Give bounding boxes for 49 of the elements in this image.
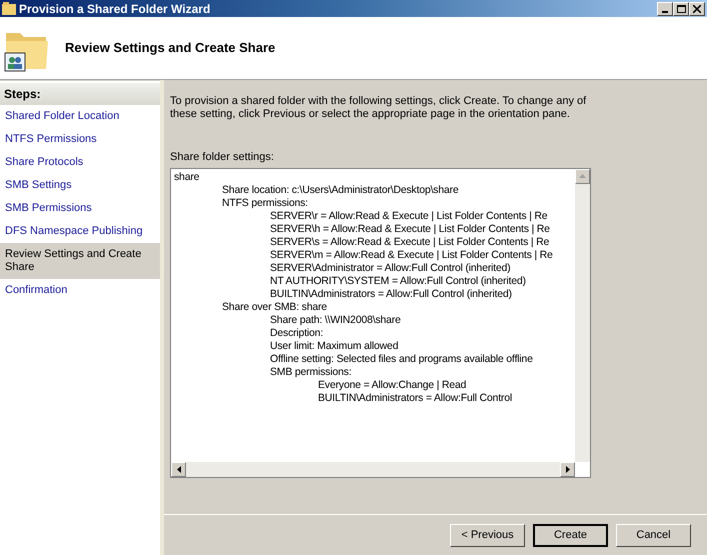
setting-line: share xyxy=(174,170,200,184)
setting-line: Share path: \\WIN2008\share xyxy=(269,314,402,326)
wizard-button[interactable]: Cancel xyxy=(616,524,691,546)
setting-line: Description: xyxy=(269,326,324,340)
horizontal-scrollbar[interactable] xyxy=(171,462,575,476)
setting-line: Share over SMB: share xyxy=(221,300,328,314)
step-link[interactable]: SMB Permissions xyxy=(0,197,160,220)
scroll-up-button[interactable] xyxy=(575,168,590,184)
scroll-left-button[interactable] xyxy=(171,462,186,476)
step-link[interactable]: Confirmation xyxy=(0,279,160,302)
maximize-icon xyxy=(676,4,686,12)
setting-line: SERVER\m = Allow:Read & Execute | List Folder Contents | Re xyxy=(269,248,554,262)
right-arrow-icon xyxy=(566,466,570,472)
close-button[interactable] xyxy=(689,2,705,16)
settings-label: Share folder settings: xyxy=(170,150,275,165)
page-heading: Review Settings and Create Share xyxy=(65,39,276,58)
close-icon xyxy=(693,4,701,12)
setting-line: SERVER\Administrator = Allow:Full Control (inherited) xyxy=(269,262,512,274)
vertical-scrollbar[interactable] xyxy=(575,168,590,462)
wizard-button[interactable]: < Previous xyxy=(450,524,525,546)
scroll-right-button[interactable] xyxy=(560,462,575,476)
setting-line: SMB permissions: xyxy=(269,366,352,378)
step-link[interactable]: Share Protocols xyxy=(0,151,160,174)
instructions: To provision a shared folder with the following settings, click Create. To change any of these setting, click Previous or select the appropriate page in the orientation pane. xyxy=(170,95,588,121)
setting-line: NT AUTHORITY\SYSTEM = Allow:Full Control (inherited) xyxy=(269,274,527,288)
setting-line: SERVER\h = Allow:Read & Execute | List Folder Contents | Re xyxy=(269,222,551,236)
step-link[interactable]: Review Settings and Create Share xyxy=(0,243,160,279)
step-link[interactable]: NTFS Permissions xyxy=(0,128,160,151)
minimize-button[interactable] xyxy=(657,2,673,16)
wizard-button[interactable]: Create xyxy=(533,524,608,546)
setting-line: Share location: c:\Users\Administrator\Desktop\share xyxy=(221,184,460,196)
window-title: Provision a Shared Folder Wizard xyxy=(19,0,210,18)
setting-line: BUILTIN\Administrators = Allow:Full Control (inherited) xyxy=(269,288,513,300)
setting-line: NTFS permissions: xyxy=(221,196,309,210)
setting-line: User limit: Maximum allowed xyxy=(269,340,400,352)
step-link[interactable]: Shared Folder Location xyxy=(0,105,160,128)
setting-line: BUILTIN\Administrators = Allow:Full Control xyxy=(317,392,513,404)
minimize-icon xyxy=(662,10,668,12)
setting-line: SERVER\s = Allow:Read & Execute | List Folder Contents | Re xyxy=(269,236,550,248)
left-arrow-icon xyxy=(176,466,180,472)
up-arrow-icon xyxy=(579,174,586,178)
step-link[interactable]: DFS Namespace Publishing xyxy=(0,220,160,243)
maximize-button[interactable] xyxy=(673,2,689,16)
folder-icon xyxy=(2,2,16,15)
steps-heading: Steps: xyxy=(0,83,160,105)
setting-line: SERVER\r = Allow:Read & Execute | List Folder Contents | Re xyxy=(269,210,548,222)
setting-line: Offline setting: Selected files and programs available offline xyxy=(269,352,534,366)
setting-line: Everyone = Allow:Change | Read xyxy=(317,378,468,392)
step-link[interactable]: SMB Settings xyxy=(0,174,160,197)
